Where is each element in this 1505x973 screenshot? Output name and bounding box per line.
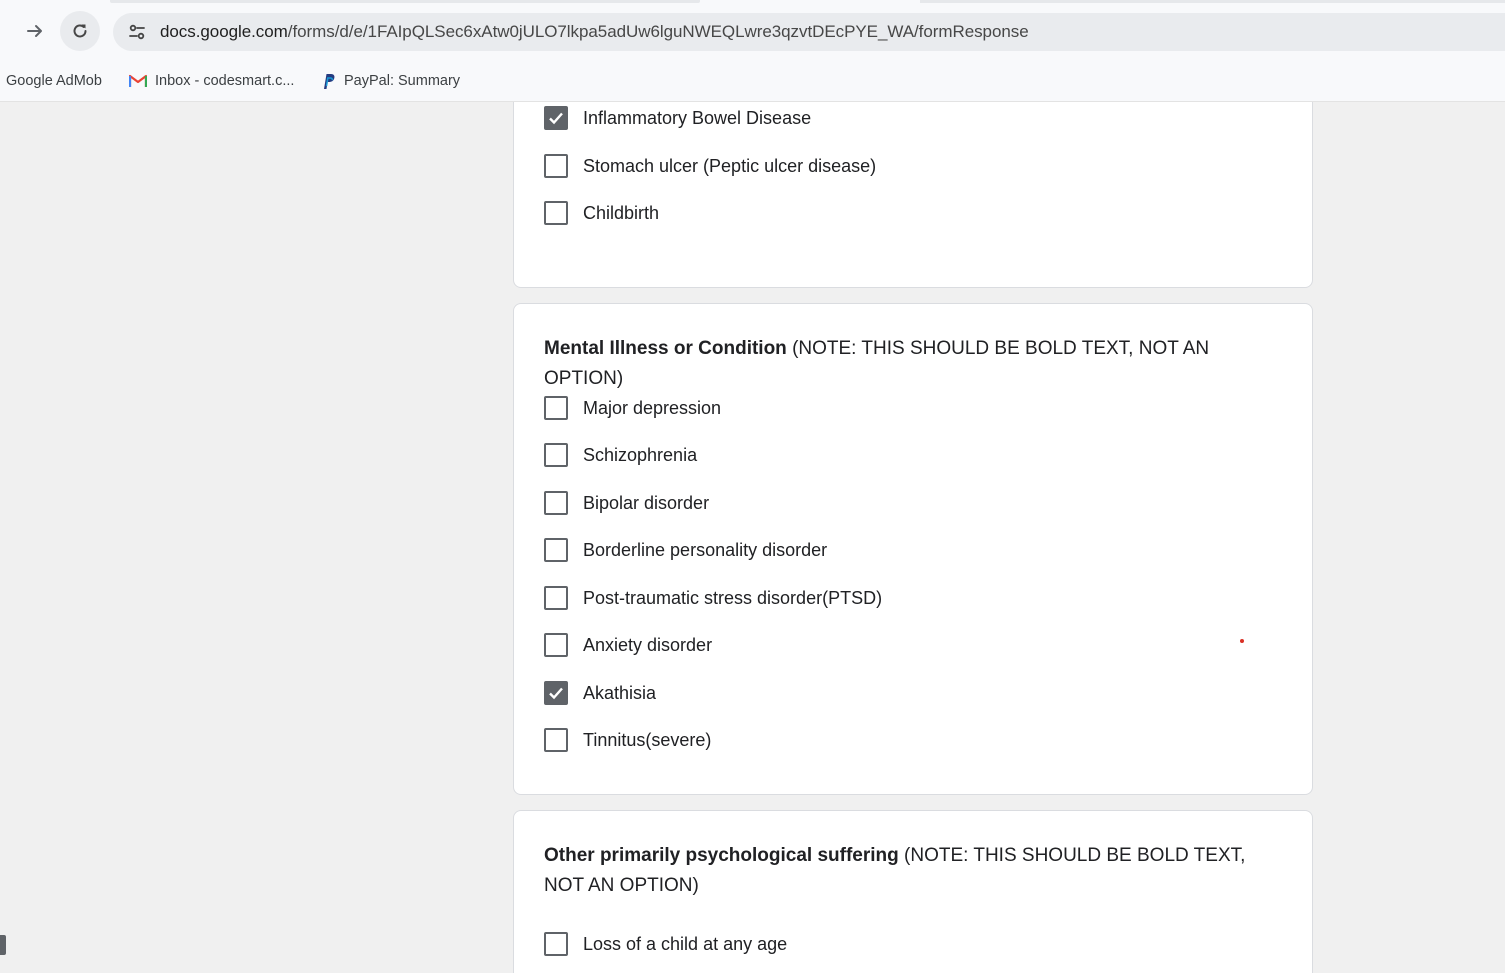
checkbox-unchecked[interactable]: [544, 443, 568, 467]
checkbox-option[interactable]: Bipolar disorder: [544, 490, 709, 516]
side-panel-handle[interactable]: [0, 935, 6, 955]
option-label: Post-traumatic stress disorder(PTSD): [583, 587, 883, 608]
checkbox-unchecked[interactable]: [544, 538, 568, 562]
checkbox-unchecked[interactable]: [544, 932, 568, 956]
bookmark-label: PayPal: Summary: [344, 73, 461, 89]
bookmark-label: Inbox - codesmart.c...: [155, 73, 295, 89]
question-card-mental-illness: Mental Illness or Condition (NOTE: THIS …: [513, 303, 1313, 795]
option-label: Childbirth: [583, 202, 660, 223]
reload-icon: [73, 24, 87, 38]
checkbox-option[interactable]: Stomach ulcer (Peptic ulcer disease): [544, 153, 876, 179]
site-info-button[interactable]: [122, 17, 152, 47]
bookmark-google-admob[interactable]: Google AdMob: [6, 69, 102, 93]
checkbox-option[interactable]: Loss of a child at any age: [544, 931, 787, 957]
cursor-dot: [1240, 639, 1244, 643]
question-title-bold: Mental Illness or Condition: [544, 338, 787, 359]
checkbox-option[interactable]: Schizophrenia: [544, 442, 697, 468]
tab-strip-edge-right: [920, 0, 1505, 3]
bookmark-inbox[interactable]: Inbox - codesmart.c...: [129, 69, 294, 93]
question-card-prior: Inflammatory Bowel Disease Stomach ulcer…: [513, 102, 1313, 288]
bookmark-paypal[interactable]: PayPal: Summary: [320, 69, 460, 93]
option-label: Borderline personality disorder: [583, 539, 828, 560]
question-title: Mental Illness or Condition (NOTE: THIS …: [544, 334, 1289, 394]
url-host: docs.google.com: [160, 22, 288, 41]
gmail-icon: [129, 74, 147, 87]
form-page: Inflammatory Bowel Disease Stomach ulcer…: [0, 102, 1505, 973]
url-path: /forms/d/e/1FAIpQLSec6xAtw0jULO7lkpa5adU…: [287, 22, 1029, 41]
option-label: Inflammatory Bowel Disease: [583, 107, 812, 128]
checkbox-unchecked[interactable]: [544, 396, 568, 420]
option-label: Schizophrenia: [583, 444, 698, 465]
checkbox-unchecked[interactable]: [544, 201, 568, 225]
option-label: Tinnitus(severe): [583, 729, 712, 750]
paypal-icon: [324, 73, 335, 89]
checkbox-option[interactable]: Post-traumatic stress disorder(PTSD): [544, 585, 882, 611]
checkbox-option[interactable]: Anxiety disorder: [544, 632, 712, 658]
checkbox-option[interactable]: Inflammatory Bowel Disease: [544, 105, 811, 131]
option-label: Anxiety disorder: [583, 634, 713, 655]
option-label: Loss of a child at any age: [583, 933, 788, 954]
tab-strip-edge: [110, 0, 700, 3]
checkbox-unchecked[interactable]: [544, 491, 568, 515]
address-bar[interactable]: docs.google.com/forms/d/e/1FAIpQLSec6xAt…: [113, 13, 1505, 51]
bookmarks-bar: Google AdMob Inbox - codesmart.c... PayP…: [0, 60, 1505, 102]
option-label: Stomach ulcer (Peptic ulcer disease): [583, 155, 877, 176]
checkbox-unchecked[interactable]: [544, 586, 568, 610]
checkbox-unchecked[interactable]: [544, 633, 568, 657]
url-text[interactable]: docs.google.com/forms/d/e/1FAIpQLSec6xAt…: [160, 22, 1029, 42]
browser-toolbar: docs.google.com/forms/d/e/1FAIpQLSec6xAt…: [0, 0, 1505, 60]
question-title: Other primarily psychological suffering …: [544, 841, 1289, 901]
reload-button[interactable]: [60, 11, 100, 51]
option-label: Akathisia: [583, 682, 657, 703]
checkbox-unchecked[interactable]: [544, 154, 568, 178]
bookmark-label: Google AdMob: [6, 73, 102, 89]
option-label: Major depression: [583, 397, 722, 418]
tune-icon: [129, 24, 145, 40]
checkbox-option[interactable]: Borderline personality disorder: [544, 537, 827, 563]
checkbox-option[interactable]: Akathisia: [544, 680, 656, 706]
question-title-bold: Other primarily psychological suffering: [544, 845, 899, 866]
checkbox-checked[interactable]: [544, 681, 568, 705]
checkbox-option[interactable]: Childbirth: [544, 200, 659, 226]
check-icon: [549, 687, 563, 700]
check-icon: [549, 112, 563, 125]
option-label: Bipolar disorder: [583, 492, 710, 513]
question-card-psychological: Other primarily psychological suffering …: [513, 810, 1313, 973]
arrow-right-icon: [27, 25, 42, 37]
checkbox-unchecked[interactable]: [544, 728, 568, 752]
checkbox-option[interactable]: Major depression: [544, 395, 721, 421]
checkbox-option[interactable]: Tinnitus(severe): [544, 727, 711, 753]
forward-button[interactable]: [15, 11, 55, 51]
checkbox-checked[interactable]: [544, 106, 568, 130]
